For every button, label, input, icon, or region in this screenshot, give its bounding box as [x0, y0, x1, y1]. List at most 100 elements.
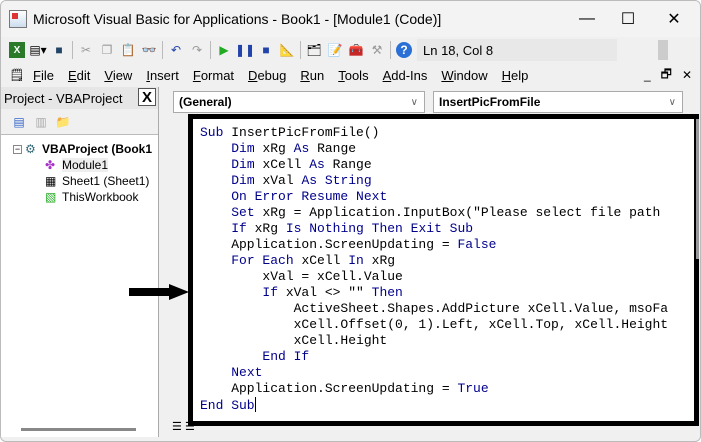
menu-add-ins[interactable]: Add-Ins	[383, 68, 428, 83]
code-text: Application.ScreenUpdating =	[200, 381, 458, 396]
code-line: xCell.Offset(0, 1).Left, xCell.Top, xCel…	[200, 317, 694, 333]
view-code-icon[interactable]: ▤	[11, 114, 27, 130]
code-line: Application.ScreenUpdating = True	[200, 381, 694, 397]
horizontal-scrollbar[interactable]	[21, 428, 136, 431]
redo-icon[interactable]: ↷	[189, 42, 205, 58]
mdi-close-button[interactable]: ✕	[682, 68, 692, 82]
object-dropdown[interactable]: (General) ∨	[173, 91, 425, 113]
procedure-view-icon[interactable]: ☰	[172, 421, 182, 433]
vba-app-icon	[9, 10, 27, 28]
menu-file[interactable]: File	[33, 68, 54, 83]
code-text: xCell	[262, 157, 310, 172]
menu-tools[interactable]: Tools	[338, 68, 368, 83]
code-text: xRg	[262, 141, 294, 156]
menu-view[interactable]: View	[104, 68, 132, 83]
menu-app-icon[interactable]: 🗒	[9, 67, 25, 83]
mdi-controls: _ 🗗 ✕	[644, 63, 692, 87]
project-explorer-close-button[interactable]: X	[138, 88, 156, 106]
code-line: Sub InsertPicFromFile()	[200, 125, 694, 141]
tree-node-vbaproject[interactable]: − ⚙ VBAProject (Book1	[1, 141, 158, 157]
code-line: Dim xCell As Range	[200, 157, 694, 173]
insert-module-icon[interactable]: ▤▾	[29, 42, 46, 58]
code-line: If xVal <> "" Then	[200, 285, 694, 301]
code-keyword: End If	[262, 349, 310, 364]
menu-edit[interactable]: Edit	[68, 68, 90, 83]
tree-node-thisworkbook[interactable]: ▧ ThisWorkbook	[1, 189, 158, 205]
minimize-button[interactable]: —	[564, 1, 610, 37]
project-explorer-icon[interactable]: 🗂	[306, 42, 322, 58]
paste-icon[interactable]: 📋	[120, 42, 136, 58]
find-icon[interactable]: 👓	[141, 42, 157, 58]
code-line: If xRg Is Nothing Then Exit Sub	[200, 221, 694, 237]
text-cursor	[254, 397, 256, 412]
maximize-button[interactable]: ☐	[605, 1, 651, 37]
chevron-down-icon: ∨	[410, 96, 418, 108]
view-object-icon[interactable]: ▥	[33, 114, 49, 130]
standard-toolbar: X ▤▾ ■ ✂ ❐ 📋 👓 ↶ ↷ ▶ ❚❚ ■ 📐 🗂 📝 🧰 ⚒ ? Ln…	[1, 37, 700, 63]
procedure-dropdown[interactable]: InsertPicFromFile ∨	[433, 91, 683, 113]
code-keyword: As String	[301, 173, 372, 188]
vertical-scrollbar[interactable]	[696, 119, 699, 259]
properties-icon[interactable]: 📝	[327, 42, 343, 58]
separator	[300, 41, 301, 59]
code-keyword: Next	[231, 365, 263, 380]
code-text: Range	[332, 157, 372, 172]
code-keyword: As	[293, 141, 318, 156]
project-explorer-toolbar: ▤ ▥ 📁	[1, 109, 158, 135]
code-text: xVal <> ""	[285, 285, 372, 300]
code-text: xCell.Offset(0, 1).Left, xCell.Top, xCel…	[200, 317, 669, 332]
toolbox-icon[interactable]: ⚒	[369, 42, 385, 58]
save-icon[interactable]: ■	[51, 42, 67, 58]
code-keyword: Dim	[231, 173, 263, 188]
break-icon[interactable]: ❚❚	[235, 42, 255, 58]
code-line: xCell.Height	[200, 333, 694, 349]
menu-format[interactable]: Format	[193, 68, 234, 83]
project-icon: ⚙	[25, 142, 36, 156]
close-button[interactable]: ✕	[651, 1, 697, 37]
full-module-view-icon[interactable]: ☰	[185, 421, 195, 433]
menu-run[interactable]: Run	[300, 68, 324, 83]
help-icon[interactable]: ?	[396, 42, 412, 58]
code-line: Set xRg = Application.InputBox("Please s…	[200, 205, 694, 221]
menu-help[interactable]: Help	[502, 68, 529, 83]
menu-bar: 🗒 File Edit View Insert Format Debug Run…	[1, 63, 700, 87]
separator	[72, 41, 73, 59]
code-editor[interactable]: Sub InsertPicFromFile() Dim xRg As Range…	[188, 114, 699, 426]
project-explorer: Project - VBAProject X ▤ ▥ 📁 − ⚙ VBAProj…	[1, 87, 159, 437]
menu-insert[interactable]: Insert	[146, 68, 179, 83]
code-keyword: False	[457, 237, 497, 252]
separator	[390, 41, 391, 59]
code-window: (General) ∨ InsertPicFromFile ∨ Sub Insert…	[167, 87, 700, 437]
code-line: For Each xCell In xRg	[200, 253, 694, 269]
tree-node-module1[interactable]: ✤ Module1	[1, 157, 158, 173]
toggle-folders-icon[interactable]: 📁	[55, 114, 71, 130]
design-mode-icon[interactable]: 📐	[279, 42, 295, 58]
code-keyword: Dim	[231, 157, 263, 172]
menu-debug[interactable]: Debug	[248, 68, 286, 83]
mdi-minimize-button[interactable]: _	[644, 68, 651, 82]
cut-icon[interactable]: ✂	[78, 42, 94, 58]
copy-icon[interactable]: ❐	[99, 42, 115, 58]
view-toggle-buttons: ☰ ☰	[172, 420, 195, 433]
menu-window[interactable]: Window	[441, 68, 487, 83]
tree-node-sheet1[interactable]: ▦ Sheet1 (Sheet1)	[1, 173, 158, 189]
code-line: ActiveSheet.Shapes.AddPicture xCell.Valu…	[200, 301, 694, 317]
reset-icon[interactable]: ■	[258, 42, 274, 58]
code-line: On Error Resume Next	[200, 189, 694, 205]
code-text: ActiveSheet.Shapes.AddPicture xCell.Valu…	[200, 301, 669, 316]
mdi-restore-button[interactable]: 🗗	[661, 65, 672, 86]
toolbar-options[interactable]	[658, 40, 668, 60]
object-browser-icon[interactable]: 🧰	[348, 42, 364, 58]
code-text: Range	[317, 141, 357, 156]
code-keyword: Sub	[200, 125, 232, 140]
collapse-icon[interactable]: −	[13, 144, 22, 154]
run-icon[interactable]: ▶	[216, 42, 232, 58]
undo-icon[interactable]: ↶	[168, 42, 184, 58]
code-keyword: End Sub	[200, 398, 255, 413]
view-excel-icon[interactable]: X	[9, 42, 25, 58]
